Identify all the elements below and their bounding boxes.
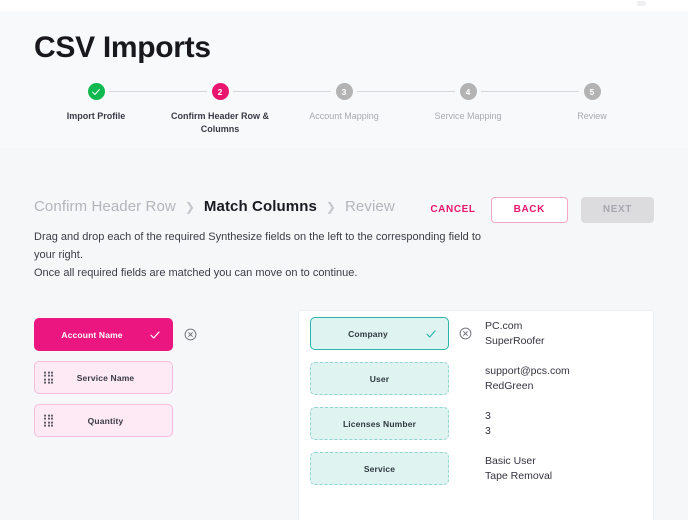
target-field-label: Licenses Number [342,418,417,429]
stepper-step-5[interactable]: 5 Review [532,83,652,123]
step-number-badge: 5 [583,83,601,100]
step-label: Account Mapping [309,111,379,121]
step-number-badge: 4 [459,83,477,100]
sample-value: SuperRoofer [485,334,545,347]
sample-value: Tape Removal [485,469,553,482]
drag-handle-icon[interactable] [44,371,54,384]
import-stepper: Import Profile 2 Confirm Header Row & Colu… [34,83,654,145]
breadcrumb-item[interactable]: Review [345,198,395,215]
step-number-badge: 2 [211,83,229,100]
window-decoration [637,1,646,6]
sample-value: 3 [485,424,491,437]
remove-mapping-icon[interactable] [184,328,197,341]
breadcrumb-item-current[interactable]: Match Columns [204,198,317,215]
stepper-step-1[interactable]: Import Profile [36,83,156,123]
breadcrumb-item[interactable]: Confirm Header Row [34,198,176,215]
instructions-line-2: Once all required fields are matched you… [34,267,358,279]
target-field-row: Service Basic User Tape Removal [299,446,653,491]
source-field-label: Quantity [87,415,124,426]
drag-handle-icon[interactable] [44,414,54,427]
stepper-step-4[interactable]: 4 Service Mapping [408,83,528,123]
source-field-chip[interactable]: Service Name [34,361,173,394]
breadcrumb: Confirm Header Row ❯ Match Columns ❯ Review [34,198,395,215]
target-field-row: Company PC.com SuperRoofer [299,311,653,356]
target-field-panel: Company PC.com SuperRoofer User support@pcs.… [298,310,654,520]
sample-values: support@pcs.com RedGreen [485,364,570,394]
target-field-row: Licenses Number 3 3 [299,401,653,446]
source-field-row: Account Name [34,318,234,351]
source-field-row: Service Name [34,361,234,394]
step-connector [233,91,331,92]
stepper-step-3[interactable]: 3 Account Mapping [284,83,404,123]
source-field-label: Account Name [61,329,123,340]
cancel-button[interactable]: CANCEL [428,199,477,221]
page-header: CSV Imports Import Profile 2 Confirm Heade… [0,11,688,148]
step-connector [481,91,579,92]
sample-values: PC.com SuperRoofer [485,319,545,349]
sample-value: 3 [485,409,491,422]
breadcrumb-separator-icon: ❯ [325,199,336,214]
instructions-line-1: Drag and drop each of the required Synth… [34,231,482,261]
page-content: Confirm Header Row ❯ Match Columns ❯ Review … [0,148,688,520]
target-field-label: Service [363,463,396,474]
step-connector [357,91,455,92]
sample-value: RedGreen [485,379,534,392]
sample-value: PC.com [485,319,523,332]
window-top-strip [0,0,688,11]
page-title: CSV Imports [34,31,211,64]
source-field-list: Account Name Service Name Quantity [34,318,234,447]
source-field-label: Service Name [76,372,135,383]
back-button[interactable]: BACK [490,197,568,223]
target-field-chip[interactable]: Licenses Number [310,407,449,440]
target-field-chip[interactable]: User [310,362,449,395]
source-field-chip[interactable]: Account Name [34,318,173,351]
next-button: NEXT [580,197,654,223]
target-field-label: User [369,373,390,384]
source-field-chip[interactable]: Quantity [34,404,173,437]
check-icon [425,328,437,340]
target-field-row: User support@pcs.com RedGreen [299,356,653,401]
sample-values: 33 [485,409,491,439]
sample-value: support@pcs.com [485,364,570,377]
wizard-actions: CANCEL BACK NEXT [428,197,654,223]
instructions: Drag and drop each of the required Synth… [34,228,486,282]
step-label: Confirm Header Row & Columns [170,111,269,134]
step-number-badge: 3 [335,83,353,100]
target-field-chip[interactable]: Service [310,452,449,485]
target-field-chip[interactable]: Company [310,317,449,350]
remove-mapping-icon[interactable] [459,327,472,340]
step-label: Import Profile [66,111,126,121]
breadcrumb-separator-icon: ❯ [184,199,195,214]
sample-value: Basic User [485,454,536,467]
step-complete-check-icon [87,83,105,100]
target-field-label: Company [348,328,388,339]
sample-values: Basic User Tape Removal [485,454,552,484]
source-field-row: Quantity [34,404,234,437]
step-connector [109,91,207,92]
step-label: Review [577,111,607,121]
step-label: Service Mapping [434,111,502,121]
check-icon [149,329,161,341]
